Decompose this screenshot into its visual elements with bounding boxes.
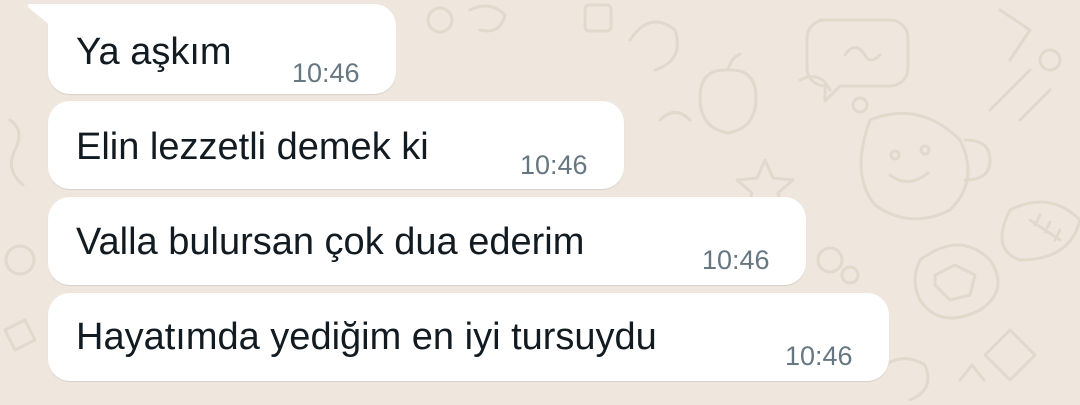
message-tail-icon (27, 4, 56, 30)
message-text: Valla bulursan çok dua ederim (76, 221, 585, 263)
message-bubble[interactable]: Valla bulursan çok dua ederim 10:46 (48, 197, 806, 285)
message-timestamp: 10:46 (702, 245, 770, 275)
chat-message-list: Ya aşkım 10:46 Elin lezzetli demek ki 10… (0, 0, 1080, 405)
message-text: Elin lezzetli demek ki (76, 126, 429, 168)
message-bubble[interactable]: Elin lezzetli demek ki 10:46 (48, 101, 624, 189)
message-text: Hayatımda yediğim en iyi tursuydu (76, 316, 657, 358)
message-bubble[interactable]: Ya aşkım 10:46 (48, 4, 396, 94)
message-timestamp: 10:46 (785, 341, 853, 371)
message-timestamp: 10:46 (520, 150, 588, 180)
message-text: Ya aşkım (76, 31, 232, 73)
message-timestamp: 10:46 (292, 58, 360, 88)
message-bubble[interactable]: Hayatımda yediğim en iyi tursuydu 10:46 (48, 293, 889, 381)
